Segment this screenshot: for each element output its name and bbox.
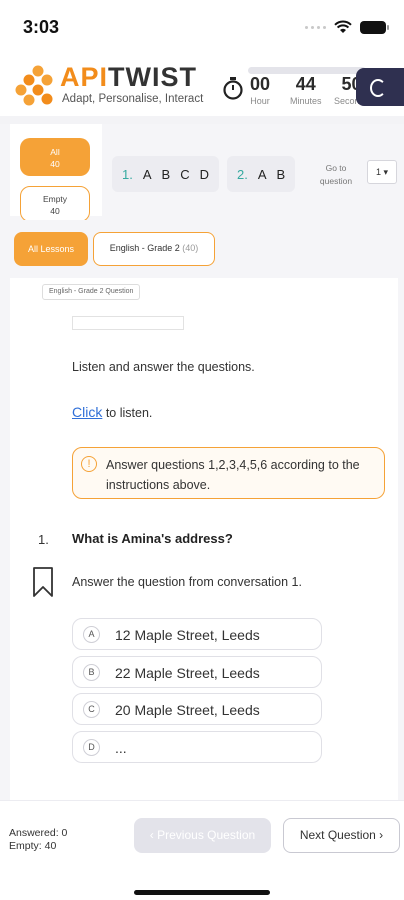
answer-option-c[interactable]: C 20 Maple Street, Leeds: [72, 693, 322, 725]
option-letter: D: [83, 739, 100, 756]
info-notice: ! Answer questions 1,2,3,4,5,6 according…: [72, 447, 385, 499]
home-indicator[interactable]: [134, 890, 270, 895]
battery-icon: [360, 20, 389, 34]
goto-label: Go to question: [319, 163, 353, 186]
bookmark-icon[interactable]: [32, 566, 54, 598]
answer-option-d[interactable]: D ...: [72, 731, 322, 763]
apitwist-logo-icon: [15, 65, 53, 106]
status-time: 3:03: [23, 17, 60, 37]
wifi-icon: [334, 20, 352, 33]
question-subtitle: Answer the question from conversation 1.: [72, 575, 302, 589]
question-1-option[interactable]: A: [143, 167, 152, 182]
media-placeholder: [72, 316, 184, 330]
stopwatch-icon: [223, 77, 243, 100]
signal-icon: [305, 25, 326, 29]
brand-tagline: Adapt, Personalise, Interact: [62, 93, 204, 105]
option-text: 22 Maple Street, Leeds: [115, 665, 260, 681]
notice-text: Answer questions 1,2,3,4,5,6 according t…: [106, 458, 360, 492]
status-icons: [305, 20, 389, 34]
timer-progress-bar: [248, 67, 366, 74]
question-content: English - Grade 2 Question Listen and an…: [0, 278, 404, 800]
question-strip: 1. A B C D 2. A B: [112, 156, 296, 192]
header-divider: [0, 116, 404, 124]
question-1-option[interactable]: D: [200, 167, 209, 182]
option-text: ...: [115, 740, 127, 756]
filter-empty-chip[interactable]: Empty 40: [20, 186, 90, 222]
question-nav-panel: All 40 Empty 40 1. A B C D 2. A B Go to …: [0, 124, 404, 222]
footer-bar: Answered: 0 Empty: 40 ‹ Previous Questio…: [0, 800, 404, 900]
answered-count: 0: [61, 827, 68, 839]
status-bar: 3:03: [0, 0, 404, 56]
listen-link[interactable]: Click: [72, 404, 102, 420]
right-gutter: [398, 278, 404, 800]
answer-stats: Answered: 0 Empty: 40: [9, 827, 68, 852]
filter-all-chip[interactable]: All 40: [20, 138, 90, 176]
timer-minutes: 44 Minutes: [290, 74, 322, 106]
app-header: APITWIST Adapt, Personalise, Interact 00…: [0, 56, 404, 116]
answer-option-a[interactable]: A 12 Maple Street, Leeds: [72, 618, 322, 650]
tab-english-grade-2[interactable]: English - Grade 2 (40): [93, 232, 215, 266]
next-question-button[interactable]: Next Question ›: [283, 818, 400, 853]
question-nav-item-1[interactable]: 1. A B C D: [112, 156, 219, 192]
question-1-option[interactable]: C: [180, 167, 189, 182]
goto-select[interactable]: 1 ▾: [367, 160, 397, 184]
question-1-option[interactable]: B: [162, 167, 171, 182]
empty-count: 40: [44, 840, 57, 852]
question-category-tag: English - Grade 2 Question: [42, 284, 141, 300]
warning-icon: !: [81, 456, 97, 472]
option-letter: C: [83, 701, 100, 718]
option-text: 12 Maple Street, Leeds: [115, 627, 260, 643]
question-number: 1.: [38, 532, 49, 547]
listen-line: Click to listen.: [72, 404, 153, 420]
exit-button[interactable]: [356, 68, 404, 106]
previous-question-button[interactable]: ‹ Previous Question: [134, 818, 271, 853]
timer-hours: 00 Hour: [250, 74, 271, 106]
option-text: 20 Maple Street, Leeds: [115, 702, 260, 718]
lesson-tabs: All Lessons English - Grade 2 (40): [0, 220, 404, 278]
option-letter: B: [83, 664, 100, 681]
left-gutter: [0, 278, 10, 800]
filter-column: All 40 Empty 40: [10, 124, 102, 222]
option-letter: A: [83, 626, 100, 643]
question-title: What is Amina's address?: [72, 531, 233, 546]
instruction-text: Listen and answer the questions.: [72, 360, 255, 374]
brand-name: APITWIST: [60, 62, 197, 92]
answer-option-b[interactable]: B 22 Maple Street, Leeds: [72, 656, 322, 688]
question-2-option[interactable]: A: [258, 167, 267, 182]
question-nav-item-2[interactable]: 2. A B: [226, 156, 296, 192]
tab-all-lessons[interactable]: All Lessons: [14, 232, 88, 266]
question-2-option[interactable]: B: [276, 167, 285, 182]
